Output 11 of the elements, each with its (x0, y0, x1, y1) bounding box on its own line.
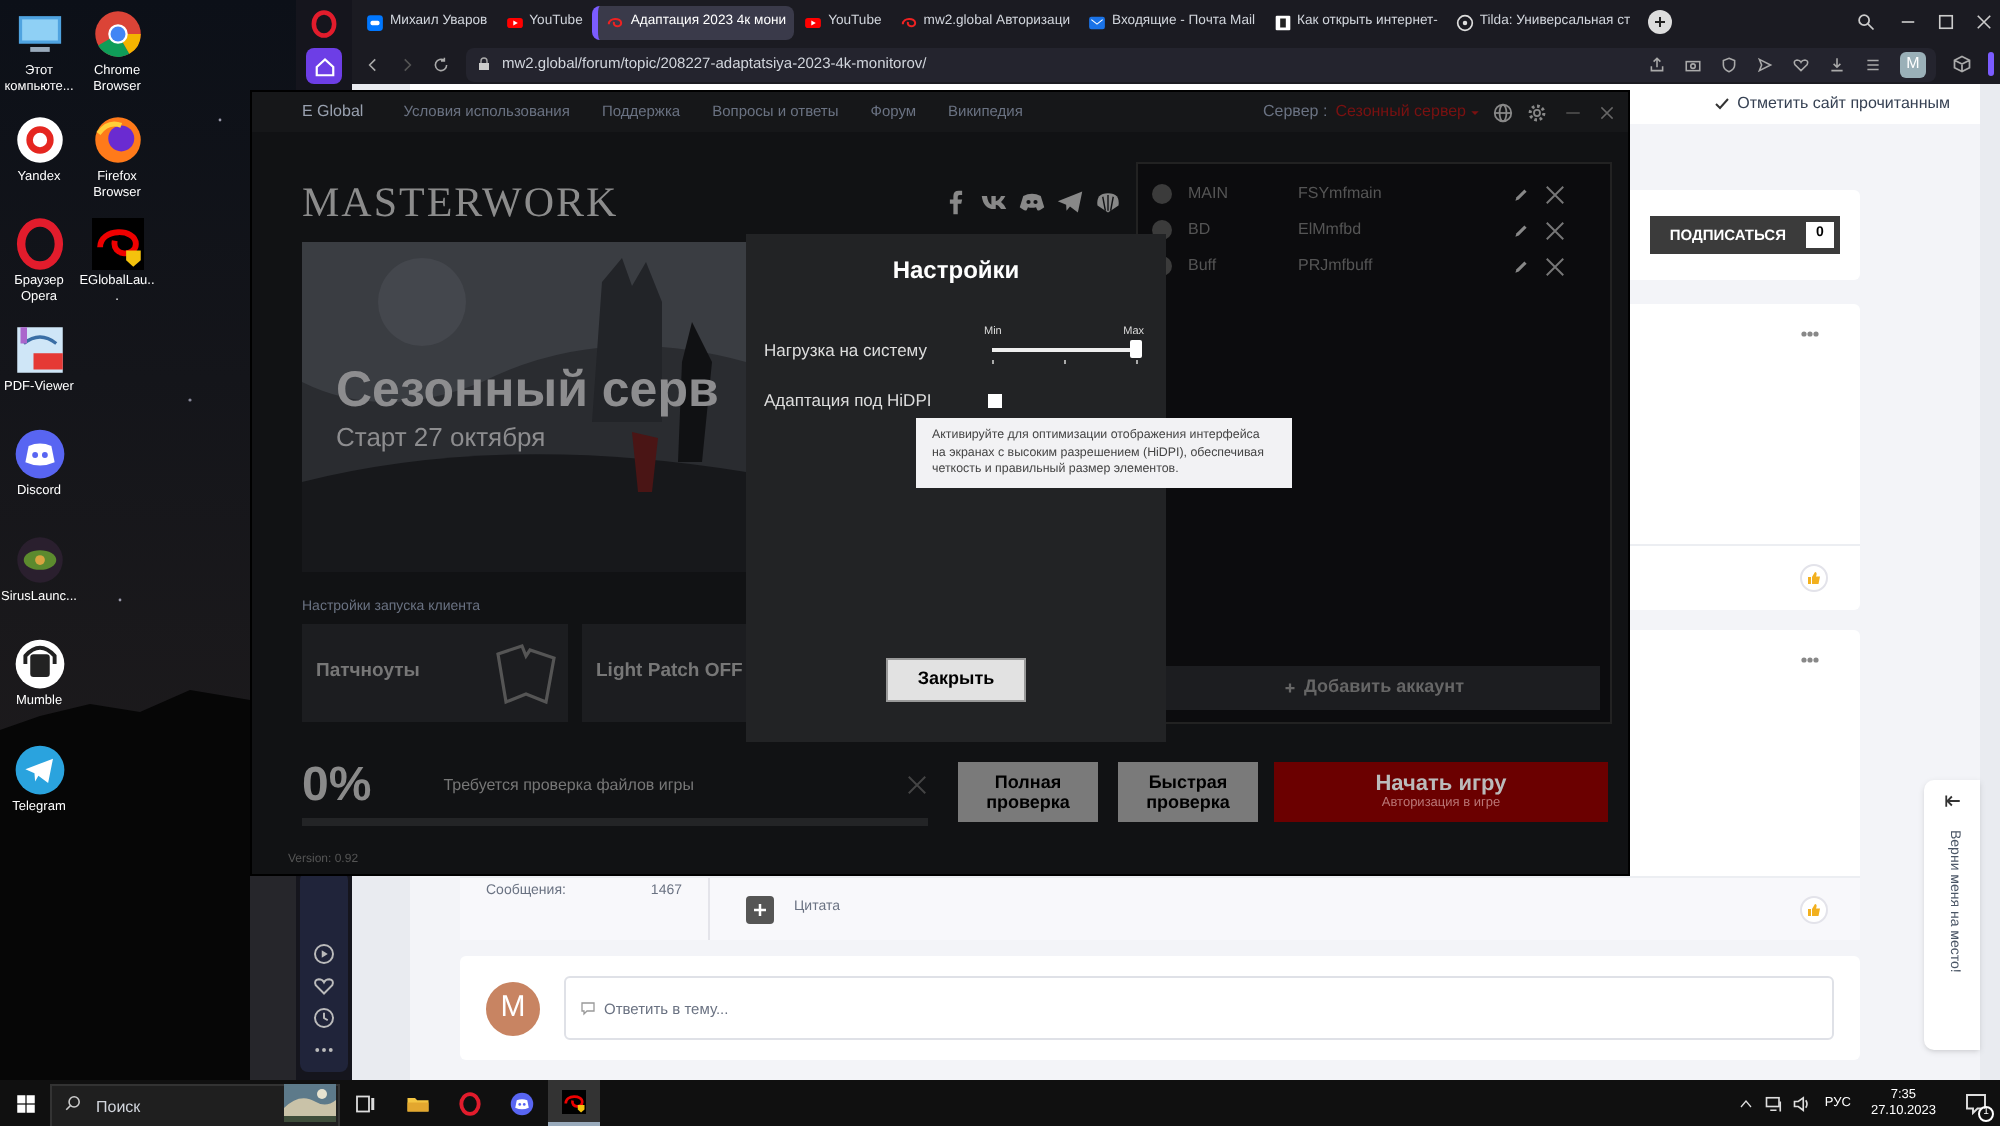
windows-start-icon[interactable] (16, 1093, 36, 1113)
discord-icon (510, 1091, 534, 1115)
search-icon (64, 1094, 82, 1112)
taskbar-app[interactable] (548, 1080, 600, 1126)
volume-icon[interactable] (1792, 1093, 1813, 1113)
network-icon[interactable] (1764, 1093, 1785, 1113)
opera-icon (458, 1091, 482, 1115)
task-view-icon (354, 1091, 378, 1115)
chevron-up-icon[interactable] (1738, 1095, 1755, 1111)
message-icon (1964, 1091, 1988, 1115)
swirl-logo-icon (562, 1089, 586, 1113)
